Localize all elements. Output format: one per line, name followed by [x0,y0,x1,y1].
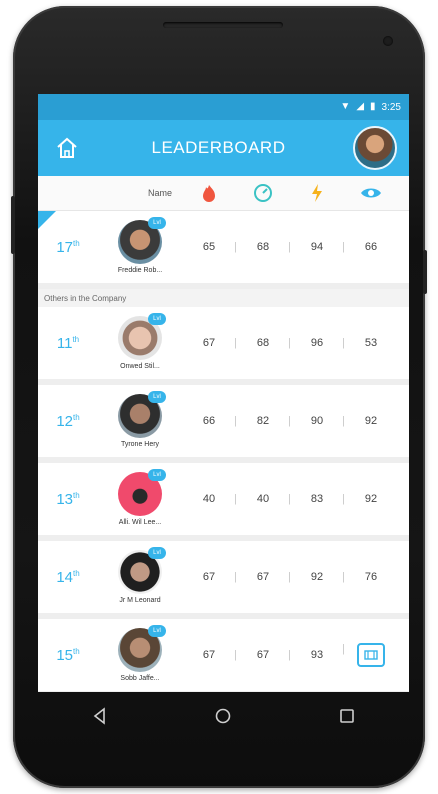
app-screen: ▼ ◢ ▮ 3:25 LEADERBOARD Name 17th Lvl Fre… [38,94,409,692]
score: 65 [202,241,216,253]
rank: 11th [56,334,80,352]
rank: 13th [56,490,80,508]
player: Lvl Tyrone Hery [98,391,182,448]
score: 53 [342,337,398,349]
player: Lvl Jr M Leonard [98,547,182,604]
app-bar: LEADERBOARD [38,120,409,176]
gauge-icon[interactable] [236,183,290,203]
score-cells: 67 67 92 76 [182,571,398,583]
score: 90 [288,415,344,427]
avatar: Lvl [118,391,166,438]
player: Lvl Alli. Wil Lee... [98,469,182,526]
table-row[interactable]: 13th Lvl Alli. Wil Lee... 40 40 83 92 [38,463,409,541]
score: 67 [202,649,216,661]
player-name: Tyrone Hery [120,441,160,448]
column-headers: Name [38,176,409,211]
wifi-icon: ▼ [340,101,351,112]
table-row[interactable]: 14th Lvl Jr M Leonard 67 67 92 76 [38,541,409,619]
score: 67 [202,571,216,583]
score: 66 [202,415,216,427]
level-badge: Lvl [148,313,166,325]
level-badge: Lvl [148,217,166,229]
score-card-icon [357,643,385,667]
score: 76 [342,571,398,583]
section-header: Others in the Company [38,289,409,307]
highlight-flag [38,211,56,229]
level-badge: Lvl [148,547,166,559]
fire-hand-icon[interactable] [182,184,236,202]
level-badge: Lvl [148,469,166,481]
volume-button [11,196,15,254]
player-name: Jr M Leonard [119,597,161,604]
profile-avatar[interactable] [353,126,397,170]
eye-icon[interactable] [344,186,398,200]
player: Lvl Sobb Jaffe... [98,625,182,682]
score: 83 [288,493,344,505]
table-row[interactable]: 11th Lvl Onwed Stil... 67 68 96 53 [38,307,409,385]
table-row[interactable]: 15th Lvl Sobb Jaffe... 67 67 93 [38,619,409,692]
player-name: Sobb Jaffe... [120,675,160,682]
player: Lvl Freddie Rob... [98,217,182,274]
score: 82 [234,415,290,427]
rank: 14th [56,568,80,586]
score-card-button[interactable] [342,643,398,667]
player-name: Onwed Stil... [120,363,160,370]
level-badge: Lvl [148,625,166,637]
player-name: Freddie Rob... [117,267,163,274]
recents-icon[interactable] [338,707,356,730]
back-icon[interactable] [91,706,109,730]
score: 40 [234,493,290,505]
score: 66 [342,241,398,253]
home-icon[interactable] [214,707,232,730]
score: 93 [288,649,344,661]
avatar: Lvl [118,469,166,516]
score: 68 [234,241,290,253]
avatar: Lvl [118,547,166,594]
home-icon[interactable] [50,131,84,165]
table-row[interactable]: 12th Lvl Tyrone Hery 66 82 90 92 [38,385,409,463]
score: 92 [288,571,344,583]
leaderboard-list: 17th Lvl Freddie Rob... 65 68 94 66 Othe… [38,211,409,692]
score-cells: 40 40 83 92 [182,493,398,505]
level-badge: Lvl [148,391,166,403]
front-camera [383,36,393,46]
score: 40 [202,493,216,505]
score: 92 [342,493,398,505]
score-cells: 65 68 94 66 [182,241,398,253]
rank: 17th [56,238,80,256]
status-time: 3:25 [381,101,401,113]
rank: 15th [56,646,80,664]
score-cells: 67 68 96 53 [182,337,398,349]
avatar: Lvl [118,217,166,264]
score-cells: 66 82 90 92 [182,415,398,427]
rank: 12th [56,412,80,430]
page-title: LEADERBOARD [151,138,286,157]
lightning-icon[interactable] [290,184,344,202]
status-bar: ▼ ◢ ▮ 3:25 [38,94,409,120]
power-button [423,250,427,294]
score-cells: 67 67 93 [182,643,398,667]
score: 96 [288,337,344,349]
system-nav-bar [38,692,409,744]
name-column-label: Name [147,188,172,198]
player-name: Alli. Wil Lee... [118,519,162,526]
score: 92 [342,415,398,427]
avatar: Lvl [118,625,166,672]
avatar: Lvl [118,313,166,360]
score: 94 [288,241,344,253]
score: 67 [202,337,216,349]
battery-icon: ▮ [370,101,376,112]
speaker-grill [163,22,283,28]
score: 68 [234,337,290,349]
score: 67 [234,649,290,661]
score: 67 [234,571,290,583]
signal-icon: ◢ [356,101,365,112]
my-rank-row[interactable]: 17th Lvl Freddie Rob... 65 68 94 66 [38,211,409,289]
player: Lvl Onwed Stil... [98,313,182,370]
